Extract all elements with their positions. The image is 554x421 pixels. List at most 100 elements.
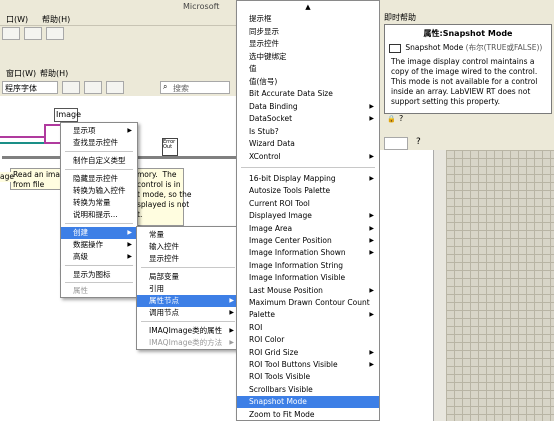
context-menu-lower: 显示为图标 属性 (60, 266, 138, 298)
property-menu-item[interactable]: Image Information Shown ▶ (237, 247, 379, 259)
font-select[interactable]: 程序字体 (2, 81, 58, 94)
property-menu-item[interactable]: Image Information Visible (237, 272, 379, 284)
submenu-arrow-icon: ▶ (369, 115, 374, 122)
back-window-toolbar (0, 26, 240, 42)
menu-item-show-items[interactable]: 显示项 ▶ (61, 125, 137, 137)
property-menu-item[interactable]: ROI Grid Size ▶ (237, 347, 379, 359)
toolbar-button-2[interactable] (24, 27, 42, 40)
property-menu-item[interactable]: DataSocket ▶ (237, 113, 379, 125)
submenu-arrow-icon: ▶ (369, 175, 374, 182)
menu-item-hide-indicator[interactable]: 隐藏显示控件 (61, 173, 137, 185)
property-menu-item[interactable]: Palette ▶ (237, 309, 379, 321)
boolean-icon (389, 43, 401, 53)
menu-item-make-typedef[interactable]: 制作自定义类型 (61, 155, 137, 167)
right-canvas (380, 150, 434, 421)
help-icon[interactable]: ? (399, 114, 403, 123)
help-body: The image display control maintains a co… (391, 57, 538, 106)
menu-item-invoke-node[interactable]: 调用节点 ▶ (137, 307, 239, 319)
menu-item-data-operations[interactable]: 数据操作 ▶ (61, 239, 137, 251)
image-indicator[interactable]: Image (54, 108, 81, 122)
property-menu-item[interactable]: 显示控件 (237, 38, 379, 50)
toolbar-button-3[interactable] (46, 27, 64, 40)
menu-item-create[interactable]: 创建 ▶ (61, 227, 137, 239)
menu-item-change-to-control[interactable]: 转换为输入控件 (61, 185, 137, 197)
property-menu-item[interactable]: Image Information String (237, 260, 379, 272)
property-menu-item[interactable]: Zoom to Fit Mode (237, 409, 379, 421)
right-search-input[interactable] (384, 137, 408, 150)
scroll-up-arrow[interactable]: ▲ (237, 1, 379, 13)
submenu-arrow-icon: ▶ (369, 212, 374, 220)
property-menu-item[interactable]: 选中键绑定 (237, 51, 379, 63)
property-menu-item[interactable]: ROI Color (237, 334, 379, 346)
property-menu-item[interactable]: 16-bit Display Mapping ▶ (237, 173, 379, 185)
search-input[interactable]: ⌕ 搜索 (160, 81, 230, 94)
menu-item-properties: 属性 (73, 286, 88, 295)
menu-item-advanced[interactable]: 高级 ▶ (61, 251, 137, 263)
property-menu-item[interactable]: Is Stub? (237, 126, 379, 138)
align-button[interactable] (62, 81, 80, 94)
menu-item-find-indicator[interactable]: 查找显示控件 (61, 137, 137, 149)
lock-icon[interactable]: 🔒 (387, 115, 396, 123)
property-menu-item[interactable]: Displayed Image ▶ (237, 210, 379, 222)
help-window-title: 即时帮助 (384, 13, 416, 22)
property-menu-item[interactable]: Image Area ▶ (237, 223, 379, 235)
property-menu-item[interactable]: Autosize Tools Palette (237, 185, 379, 197)
submenu-arrow-icon: ▶ (369, 311, 374, 319)
property-menu-item[interactable]: Last Mouse Position ▶ (237, 285, 379, 297)
submenu-arrow-icon: ▶ (369, 286, 374, 294)
menu-item-imaq-methods: IMAQImage类的方法 ▶ (149, 338, 234, 347)
distribute-button[interactable] (84, 81, 102, 94)
help-content: 属性:Snapshot Mode Snapshot Mode (布尔(TRUE或… (384, 24, 552, 114)
property-menu-item[interactable]: Maximum Drawn Contour Count (237, 297, 379, 309)
property-menu-item[interactable]: Bit Accurate Data Size (237, 88, 379, 100)
property-menu-item[interactable]: Image Center Position ▶ (237, 235, 379, 247)
menu-item-local-variable[interactable]: 局部变量 (137, 271, 239, 283)
left-label: age (0, 172, 14, 182)
menu-help[interactable]: 帮助(H) (40, 68, 68, 79)
property-menu-item[interactable]: Wizard Data (237, 138, 379, 150)
property-menu-item[interactable]: 提示框 (237, 13, 379, 25)
menu-item-indicator[interactable]: 显示控件 (137, 253, 239, 265)
property-menu-item[interactable]: ROI Tools Visible (237, 371, 379, 383)
menu-item-view-as-icon[interactable]: 显示为图标 (61, 269, 137, 281)
menu-item-constant[interactable]: 常量 (137, 229, 239, 241)
menu-item-property-node[interactable]: 属性节点 ▶ (137, 295, 239, 307)
right-search-bar: ? (380, 136, 554, 150)
property-menu-item[interactable]: 值(信号) (237, 76, 379, 88)
menu-item-imaq-properties[interactable]: IMAQImage类的属性 ▶ (137, 325, 239, 337)
menu-item-change-to-constant[interactable]: 转换为常量 (61, 197, 137, 209)
vertical-scrollbar[interactable] (434, 150, 446, 421)
property-menu-item[interactable]: ROI Tool Buttons Visible ▶ (237, 359, 379, 371)
menu-item-description-tip[interactable]: 说明和提示... (61, 209, 137, 221)
create-submenu: 常量 输入控件 显示控件 局部变量 引用 属性节点 ▶ 调用节点 ▶ IMAQIma… (136, 226, 240, 350)
resize-button[interactable] (106, 81, 124, 94)
property-menu-item[interactable]: 同步显示 (237, 26, 379, 38)
context-menu: 显示项 ▶ 查找显示控件 制作自定义类型 隐藏显示控件 转换为输入控件 转换为常量… (60, 122, 138, 274)
wire-purple (0, 136, 44, 138)
help-question-icon[interactable]: ? (416, 137, 421, 147)
bd-window-menubar: 窗口(W) 帮助(H) (0, 66, 238, 80)
help-subtitle-row: Snapshot Mode (布尔(TRUE或FALSE)) (389, 42, 542, 53)
error-out-node[interactable]: Error Out (162, 138, 178, 156)
submenu-arrow-icon: ▶ (369, 361, 374, 368)
property-submenu: ▲ 提示框 同步显示 显示控件 选中键绑定值值(信号) Bit Accurate Dat… (236, 0, 380, 421)
property-menu-item[interactable]: Scrollbars Visible (237, 384, 379, 396)
wire-teal (0, 142, 44, 144)
property-menu-item[interactable]: 值 (237, 63, 379, 75)
menu-help-1[interactable]: 帮助(H) (42, 14, 70, 25)
menu-item-reference[interactable]: 引用 (137, 283, 239, 295)
property-menu-item[interactable]: Current ROI Tool (237, 198, 379, 210)
toolbar-button-1[interactable] (2, 27, 20, 40)
property-menu-item[interactable]: XControl ▶ (237, 151, 379, 163)
menu-window[interactable]: 窗口(W) (6, 68, 36, 79)
submenu-arrow-icon: ▶ (369, 224, 374, 232)
submenu-arrow-icon: ▶ (369, 102, 374, 110)
submenu-arrow-icon: ▶ (369, 249, 374, 257)
window-title-partial: Microsoft (183, 2, 220, 11)
property-menu-item[interactable]: ROI (237, 322, 379, 334)
property-menu-item[interactable]: Data Binding ▶ (237, 101, 379, 113)
menu-item-control[interactable]: 输入控件 (137, 241, 239, 253)
menu-window-1[interactable]: 口(W) (6, 14, 28, 25)
property-menu-item[interactable]: Snapshot Mode (237, 396, 379, 409)
submenu-arrow-icon: ▶ (369, 152, 374, 160)
